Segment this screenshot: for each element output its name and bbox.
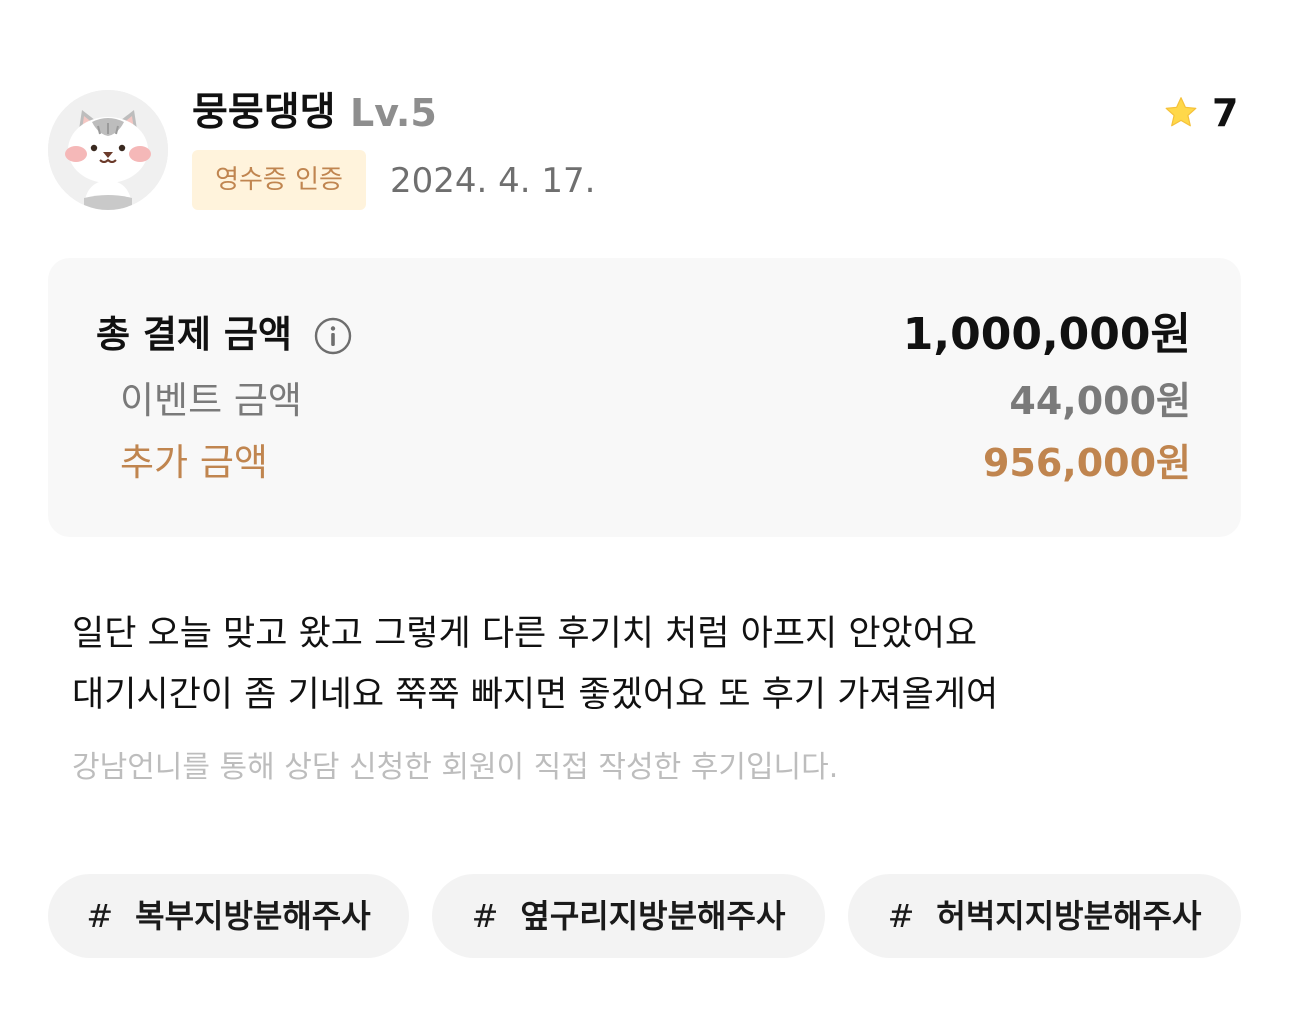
event-price-value: 44,000원 xyxy=(1009,379,1191,423)
tag-chip-abdomen[interactable]: # 복부지방분해주사 xyxy=(48,874,409,958)
avatar[interactable] xyxy=(48,90,168,210)
reviewer-level: Lv.5 xyxy=(350,91,437,135)
hash-icon: # xyxy=(86,897,114,935)
extra-price-label: 추가 금액 xyxy=(120,441,268,484)
info-icon[interactable] xyxy=(314,317,352,355)
tag-label: 허벅지지방분해주사 xyxy=(936,897,1202,935)
tag-chip-flank[interactable]: # 옆구리지방분해주사 xyxy=(432,874,825,958)
review-text-line-2: 대기시간이 좀 기네요 쭉쭉 빠지면 좋겠어요 또 후기 가져올게여 xyxy=(72,675,999,715)
review-disclaimer: 강남언니를 통해 상담 신청한 회원이 직접 작성한 후기입니다. xyxy=(72,750,839,785)
price-summary-card: 총 결제 금액 1,000,000원 이벤트 금액 44,000원 추가 금액 … xyxy=(48,258,1241,537)
hash-icon: # xyxy=(471,897,499,935)
total-payment-label: 총 결제 금액 xyxy=(96,313,292,356)
tag-label: 옆구리지방분해주사 xyxy=(520,897,786,935)
event-price-label: 이벤트 금액 xyxy=(120,379,302,422)
extra-price-value: 956,000원 xyxy=(982,441,1191,485)
reviewer-nickname: 뭉뭉댕댕 xyxy=(192,90,336,135)
tag-label: 복부지방분해주사 xyxy=(135,897,371,935)
review-text-line-1: 일단 오늘 맞고 왔고 그렇게 다른 후기치 처럼 아프지 안았어요 xyxy=(72,614,978,654)
review-date: 2024. 4. 17. xyxy=(390,161,596,201)
hash-icon: # xyxy=(887,897,915,935)
total-payment-value: 1,000,000원 xyxy=(902,309,1191,360)
review-rating: 7 xyxy=(1212,91,1239,135)
tag-chip-thigh[interactable]: # 허벅지지방분해주사 xyxy=(848,874,1241,958)
star-icon xyxy=(1165,97,1197,127)
cat-avatar-icon xyxy=(48,90,168,210)
receipt-verified-badge: 영수증 인증 xyxy=(192,150,366,210)
